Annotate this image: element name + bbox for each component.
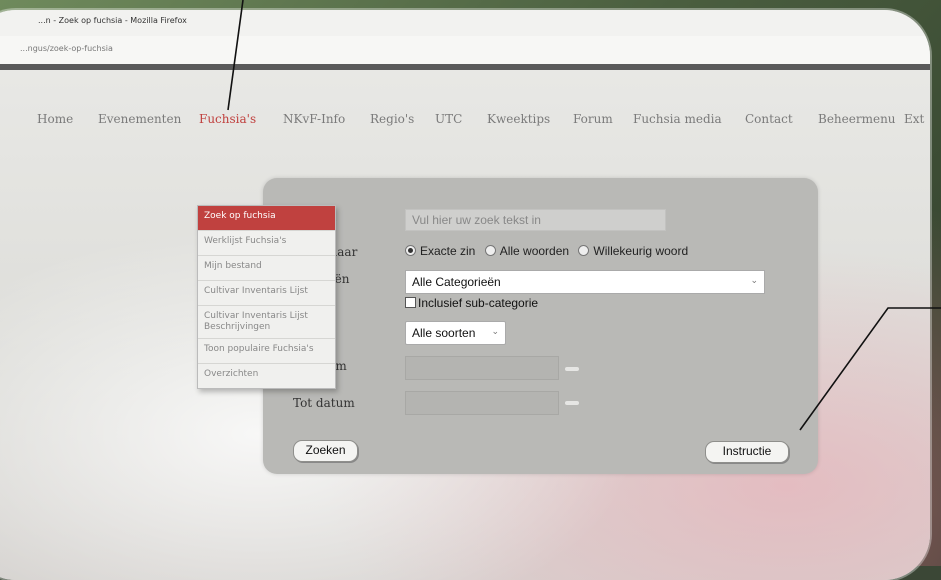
window-title: ...n - Zoek op fuchsia - Mozilla Firefox (38, 16, 187, 25)
radio-exact-button[interactable] (405, 245, 416, 256)
submenu-item-mijn-bestand[interactable]: Mijn bestand (198, 256, 335, 281)
window-titlebar: ...n - Zoek op fuchsia - Mozilla Firefox (0, 10, 930, 37)
radio-all-words-button[interactable] (484, 245, 496, 256)
subcategory-checkbox[interactable] (405, 297, 416, 308)
browser-window: ...n - Zoek op fuchsia - Mozilla Firefox… (0, 10, 930, 580)
search-form-panel: kst Vul hier uw zoek tekst in n naar Exa… (263, 178, 818, 474)
to-date-label: Tot datum (293, 396, 355, 410)
nav-item-kweektips[interactable]: Kweektips (487, 112, 550, 126)
subcategory-label: Inclusief sub-categorie (418, 296, 539, 310)
submenu-item-werklijst[interactable]: Werklijst Fuchsia's (198, 231, 335, 256)
from-date-picker-button[interactable] (565, 367, 579, 371)
nav-item-fuchsia-media[interactable]: Fuchsia media (633, 112, 722, 126)
nav-item-forum[interactable]: Forum (573, 112, 613, 126)
submenu-item-cultivar-inventaris[interactable]: Cultivar Inventaris Lijst (198, 281, 335, 306)
nav-item-contact[interactable]: Contact (745, 112, 793, 126)
address-bar[interactable]: ...ngus/zoek-op-fuchsia (0, 36, 930, 65)
radio-any-word-button[interactable] (578, 245, 590, 256)
nav-item-ext[interactable]: Ext (904, 112, 924, 126)
chevron-down-icon: ⌄ (750, 275, 758, 285)
category-select[interactable]: Alle Categorieën ⌄ (405, 270, 765, 294)
radio-any-word-label: Willekeurig woord (593, 244, 689, 258)
radio-exact-label: Exacte zin (420, 244, 476, 258)
to-date-picker-button[interactable] (565, 401, 579, 405)
nav-item-nkvf-info[interactable]: NKvF-Info (283, 112, 345, 126)
radio-any-word[interactable]: Willekeurig woord (578, 244, 688, 258)
to-date-input[interactable] (405, 391, 559, 415)
submenu-item-zoek-op-fuchsia[interactable]: Zoek op fuchsia (198, 206, 335, 231)
nav-item-home[interactable]: Home (37, 112, 73, 126)
submenu-item-overzichten[interactable]: Overzichten (198, 364, 335, 388)
search-button[interactable]: Zoeken (293, 440, 358, 462)
search-mode-radios: Exacte zin Alle woorden Willekeurig woor… (405, 244, 694, 258)
page-content: Home Evenementen Fuchsia's NKvF-Info Reg… (0, 70, 930, 580)
submenu-item-populaire-fuchsias[interactable]: Toon populaire Fuchsia's (198, 339, 335, 364)
url-text[interactable]: ...ngus/zoek-op-fuchsia (20, 44, 113, 53)
chevron-down-icon: ⌄ (491, 326, 499, 336)
sort-select[interactable]: Alle soorten ⌄ (405, 321, 506, 345)
nav-item-evenementen[interactable]: Evenementen (98, 112, 181, 126)
radio-all-words[interactable]: Alle woorden (484, 244, 570, 258)
category-select-value: Alle Categorieën (412, 275, 501, 289)
nav-item-fuchsias[interactable]: Fuchsia's (199, 112, 256, 126)
search-text-input[interactable]: Vul hier uw zoek tekst in (405, 209, 666, 231)
nav-item-regios[interactable]: Regio's (370, 112, 414, 126)
main-nav: Home Evenementen Fuchsia's NKvF-Info Reg… (0, 106, 930, 132)
nav-item-beheermenu[interactable]: Beheermenu (818, 112, 896, 126)
radio-all-words-label: Alle woorden (499, 244, 570, 258)
radio-exact[interactable]: Exacte zin (405, 244, 475, 258)
fuchsias-submenu: Zoek op fuchsia Werklijst Fuchsia's Mijn… (197, 205, 336, 389)
nav-item-utc[interactable]: UTC (435, 112, 462, 126)
from-date-input[interactable] (405, 356, 559, 380)
submenu-item-cultivar-beschrijvingen[interactable]: Cultivar Inventaris Lijst Beschrijvingen (198, 306, 335, 339)
instruction-button[interactable]: Instructie (705, 441, 789, 463)
sort-select-value: Alle soorten (412, 326, 476, 340)
subcategory-checkbox-row[interactable]: Inclusief sub-categorie (405, 296, 538, 310)
